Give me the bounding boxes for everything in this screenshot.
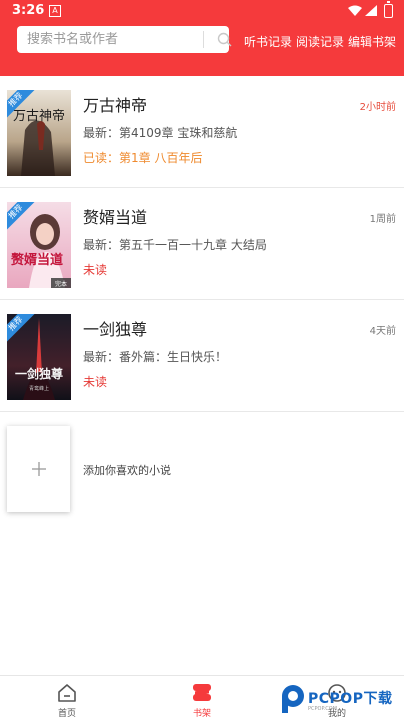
read-status: 未读	[83, 263, 108, 277]
tab-bookshelf-label: 书架	[192, 709, 211, 719]
search-input[interactable]	[27, 26, 187, 53]
home-icon	[58, 684, 76, 702]
book-title: 赘婿当道	[83, 208, 148, 227]
latest-chapter: 最新：番外篇：生日快乐！	[83, 350, 228, 364]
edit-bookshelf-link[interactable]: 编辑书架	[348, 33, 396, 50]
book-item[interactable]: 赘婿当道 完本 推荐 赘婿当道 1周前 最新：第五千一百一十九章 大结局 未读	[0, 188, 404, 300]
bookshelf-icon	[193, 684, 211, 701]
tab-home[interactable]: 首页	[27, 676, 107, 721]
signal-icon	[365, 5, 377, 16]
watermark-text: PCPOP下载	[308, 691, 393, 707]
status-time: 3:26	[12, 3, 45, 18]
top-header: 3:26 A 听书记录 阅读记录 编辑书架	[0, 0, 404, 76]
book-item[interactable]: 一剑独尊 青鸾峰上 推荐 一剑独尊 4天前 最新：番外篇：生日快乐！ 未读	[0, 300, 404, 412]
status-bar: 3:26 A	[0, 0, 404, 22]
read-status: 已读：第1章 八百年后	[83, 151, 203, 165]
cover-badge: 完本	[55, 280, 67, 288]
book-title: 万古神帝	[83, 96, 148, 115]
book-title: 一剑独尊	[83, 320, 148, 339]
update-time: 4天前	[369, 326, 396, 337]
tab-bookshelf[interactable]: 书架	[162, 676, 242, 721]
search-box[interactable]	[17, 26, 232, 53]
wifi-icon	[348, 5, 362, 16]
cover-title: 一剑独尊	[15, 366, 63, 381]
update-time: 2小时前	[359, 102, 396, 113]
plus-icon	[32, 462, 46, 476]
latest-chapter: 最新：第4109章 宝珠和慈航	[83, 126, 238, 140]
book-cover[interactable]: 一剑独尊 青鸾峰上 推荐	[7, 314, 71, 400]
watermark: PCPOP下载 PCPOP.COM	[280, 684, 404, 720]
watermark-subtext: PCPOP.COM	[308, 706, 338, 712]
update-time: 1周前	[369, 214, 396, 225]
tab-home-label: 首页	[57, 709, 76, 719]
book-cover[interactable]: 万古神帝 推荐	[7, 90, 71, 176]
latest-chapter: 最新：第五千一百一十九章 大结局	[83, 238, 267, 252]
add-book-label[interactable]: 添加你喜欢的小说	[83, 462, 171, 478]
battery-icon	[384, 1, 393, 18]
read-status: 未读	[83, 375, 108, 389]
row-divider	[0, 411, 404, 412]
read-history-link[interactable]: 阅读记录	[296, 33, 344, 50]
cover-author: 青鸾峰上	[29, 385, 49, 392]
book-item[interactable]: 万古神帝 推荐 万古神帝 2小时前 最新：第4109章 宝珠和慈航 已读：第1章…	[0, 76, 404, 188]
pcpop-logo-icon	[282, 685, 304, 713]
add-book-button[interactable]	[7, 426, 70, 512]
notification-icon: A	[49, 5, 61, 17]
search-icon[interactable]	[217, 32, 232, 47]
cover-title: 万古神帝	[13, 108, 65, 124]
search-divider	[203, 31, 204, 48]
listen-history-link[interactable]: 听书记录	[244, 33, 292, 50]
cover-title: 赘婿当道	[10, 252, 63, 268]
book-cover[interactable]: 赘婿当道 完本 推荐	[7, 202, 71, 288]
